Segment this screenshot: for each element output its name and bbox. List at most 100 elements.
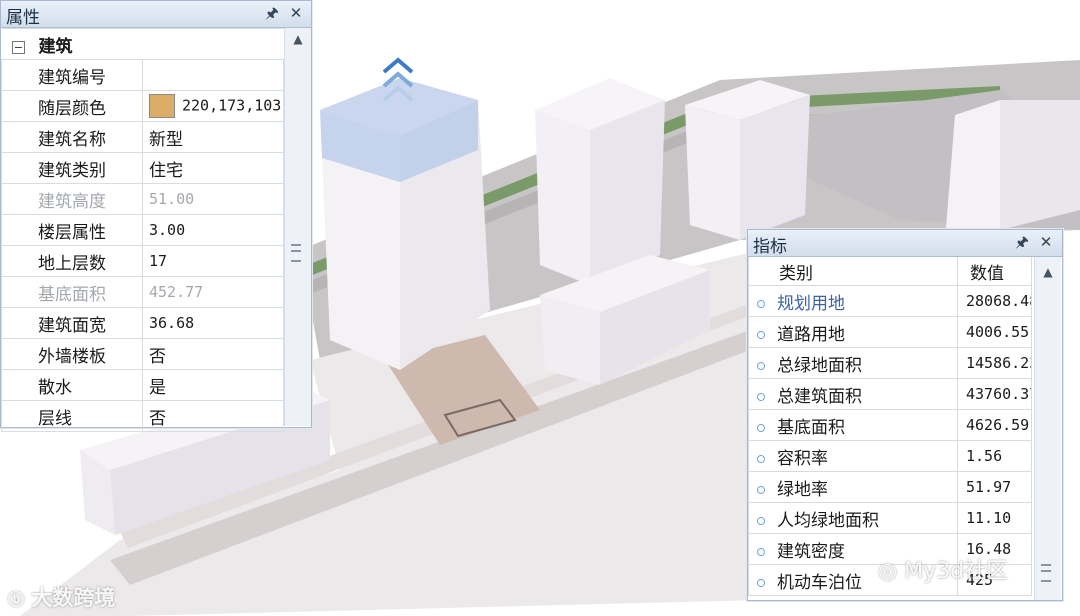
close-icon[interactable]: ✕ [287, 3, 305, 23]
indicator-row[interactable]: 规划用地 28068.48 [748, 285, 1032, 317]
property-value[interactable]: 否 [142, 338, 284, 370]
indicator-row[interactable]: 总建筑面积 43760.37 [748, 378, 1032, 410]
bullet-icon [757, 454, 765, 463]
property-value[interactable]: 否 [142, 400, 284, 432]
property-label: 建筑高度 [1, 183, 143, 215]
property-row[interactable]: 层线 否 [1, 400, 284, 432]
indicators-panel-header[interactable]: 指标 🖈︎ ✕ [748, 230, 1062, 257]
indicators-panel: 指标 🖈︎ ✕ 类别 数值 规划用地 28068.48 道路用地 4006.55… [747, 229, 1063, 601]
property-row-disabled: 基底面积 452.77 [1, 276, 284, 308]
property-value: 452.77 [142, 276, 284, 308]
property-row[interactable]: 建筑面宽 36.68 [1, 307, 284, 339]
property-row[interactable]: 建筑类别 住宅 [1, 152, 284, 184]
close-icon[interactable]: ✕ [1037, 232, 1055, 252]
indicator-value: 51.97 [957, 471, 1032, 503]
properties-panel-header[interactable]: 属性 🖈︎ ✕ [1, 1, 311, 28]
indicator-label-cell: 人均绿地面积 [748, 502, 958, 534]
property-label: 建筑名称 [1, 121, 143, 153]
pin-icon[interactable]: 🖈︎ [1013, 232, 1031, 252]
indicator-label: 道路用地 [777, 324, 845, 345]
indicator-label-cell: 容积率 [748, 440, 958, 472]
property-row[interactable]: 随层颜色 220,173,103 [1, 90, 284, 122]
building-center-front [535, 110, 590, 285]
indicator-label: 绿地率 [777, 479, 828, 500]
property-value[interactable] [142, 59, 284, 91]
indicator-label-cell: 道路用地 [748, 316, 958, 348]
indicator-value: 28068.48 [957, 285, 1032, 317]
indicator-label: 容积率 [777, 448, 828, 469]
bullet-icon [757, 330, 765, 339]
properties-grid: 建筑 建筑编号 随层颜色 220,173,103 建筑名称 新型 建筑类别 住宅… [1, 28, 284, 432]
indicator-label: 规划用地 [777, 293, 845, 314]
watermark-left-text: 大数跨境 [31, 586, 116, 610]
property-row-disabled: 建筑高度 51.00 [1, 183, 284, 215]
bullet-icon [757, 423, 765, 432]
indicator-row[interactable]: 基底面积 4626.59 [748, 409, 1032, 441]
building-far-right-side [1000, 100, 1080, 230]
scroll-grip-icon[interactable] [291, 244, 301, 262]
color-swatch[interactable] [149, 94, 175, 118]
property-value[interactable]: 3.00 [142, 214, 284, 246]
indicators-scrollbar[interactable]: ▲ [1034, 257, 1061, 600]
bullet-icon [757, 299, 765, 308]
indicators-header-row: 类别 数值 [748, 257, 1032, 286]
indicator-value: 4626.59 [957, 409, 1032, 441]
watermark-left: ⓑ 大数跨境 [8, 582, 115, 612]
properties-scrollbar[interactable]: ▲ [284, 28, 311, 426]
indicators-grid: 类别 数值 规划用地 28068.48 道路用地 4006.55 总绿地面积 1… [748, 257, 1032, 596]
watermark-right-text: My3d社区 [904, 559, 1009, 584]
property-label: 基底面积 [1, 276, 143, 308]
scroll-up-icon[interactable]: ▲ [285, 30, 311, 48]
property-row[interactable]: 外墙楼板 否 [1, 338, 284, 370]
property-label: 建筑类别 [1, 152, 143, 184]
property-row[interactable]: 地上层数 17 [1, 245, 284, 277]
indicator-row[interactable]: 道路用地 4006.55 [748, 316, 1032, 348]
indicator-row[interactable]: 容积率 1.56 [748, 440, 1032, 472]
watermark-right: ◎ My3d社区 [878, 553, 1008, 585]
scroll-up-icon[interactable]: ▲ [1035, 263, 1061, 281]
property-label: 楼层属性 [1, 214, 143, 246]
indicator-row[interactable]: 人均绿地面积 11.10 [748, 502, 1032, 534]
property-label: 地上层数 [1, 245, 143, 277]
property-label: 散水 [1, 369, 143, 401]
property-row[interactable]: 散水 是 [1, 369, 284, 401]
property-group-header[interactable]: 建筑 [1, 28, 284, 60]
pin-icon[interactable]: 🖈︎ [263, 3, 281, 23]
column-header-category[interactable]: 类别 [748, 257, 958, 286]
property-value[interactable]: 36.68 [142, 307, 284, 339]
indicator-label: 总建筑面积 [777, 386, 862, 407]
scroll-grip-icon[interactable] [1041, 564, 1051, 582]
indicator-label: 人均绿地面积 [777, 510, 879, 531]
column-header-value[interactable]: 数值 [957, 257, 1032, 286]
bullet-icon [757, 485, 765, 494]
indicator-label-cell: 基底面积 [748, 409, 958, 441]
property-label: 外墙楼板 [1, 338, 143, 370]
property-value[interactable]: 新型 [142, 121, 284, 153]
indicator-label-cell: 总建筑面积 [748, 378, 958, 410]
indicator-label-cell: 规划用地 [748, 285, 958, 317]
property-row[interactable]: 建筑编号 [1, 59, 284, 91]
indicator-label: 建筑密度 [777, 541, 845, 562]
collapse-icon[interactable] [11, 41, 25, 54]
property-value[interactable]: 17 [142, 245, 284, 277]
indicator-row[interactable]: 绿地率 51.97 [748, 471, 1032, 503]
indicator-label: 基底面积 [777, 417, 845, 438]
property-label: 随层颜色 [1, 90, 143, 122]
indicator-value: 43760.37 [957, 378, 1032, 410]
property-value[interactable]: 是 [142, 369, 284, 401]
properties-panel: 属性 🖈︎ ✕ 建筑 建筑编号 随层颜色 220,173,103 建筑名称 新型… [0, 0, 312, 432]
property-value[interactable]: 住宅 [142, 152, 284, 184]
properties-panel-title: 属性 [6, 8, 40, 28]
bullet-icon [757, 516, 765, 525]
property-group-label: 建筑 [38, 36, 73, 57]
bullet-icon [757, 547, 765, 556]
indicators-panel-title: 指标 [753, 237, 787, 257]
property-group-row[interactable]: 建筑 [1, 28, 284, 60]
indicator-label-cell: 绿地率 [748, 471, 958, 503]
property-row[interactable]: 建筑名称 新型 [1, 121, 284, 153]
indicator-label: 总绿地面积 [777, 355, 862, 376]
property-value-color[interactable]: 220,173,103 [142, 90, 284, 122]
indicator-row[interactable]: 总绿地面积 14586.23 [748, 347, 1032, 379]
bullet-icon [757, 392, 765, 401]
property-row[interactable]: 楼层属性 3.00 [1, 214, 284, 246]
